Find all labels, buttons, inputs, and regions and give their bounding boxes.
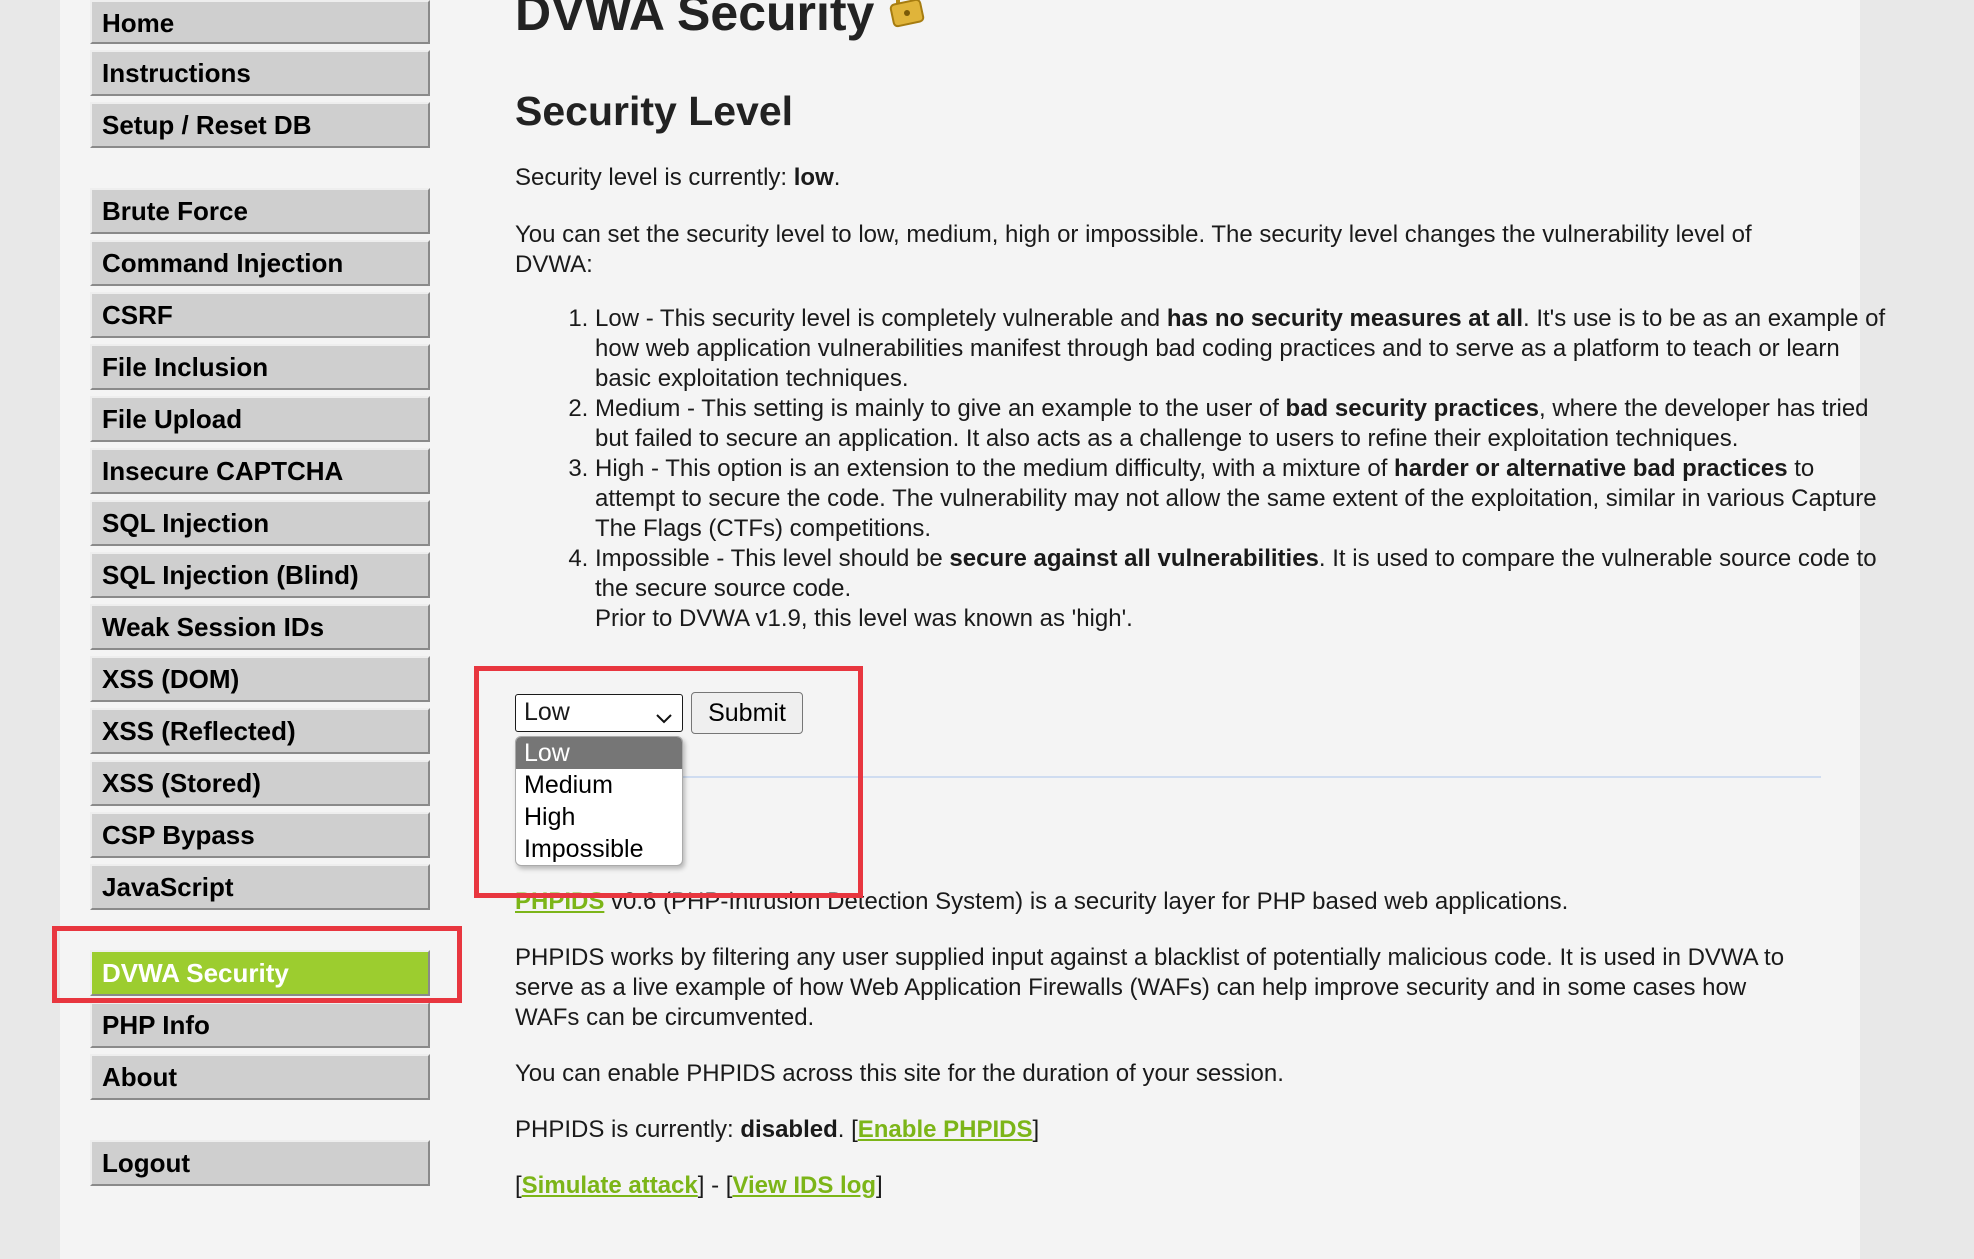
simulate-attack-link[interactable]: Simulate attack xyxy=(522,1172,698,1199)
level-item-low: Low - This security level is completely … xyxy=(595,304,1895,394)
intro-text: You can set the security level to low, m… xyxy=(515,221,1752,278)
chevron-down-icon xyxy=(654,703,674,738)
menu-item-javascript[interactable]: JavaScript xyxy=(90,864,430,910)
actions-end-bracket: ] xyxy=(876,1172,883,1199)
menu-item-csrf[interactable]: CSRF xyxy=(90,292,430,338)
level-medium-bold: bad security practices xyxy=(1285,395,1539,422)
phpids-link[interactable]: PHPIDS xyxy=(515,888,604,915)
section-title: Security Level xyxy=(515,88,794,134)
phpids-status: PHPIDS is currently: disabled. [Enable P… xyxy=(515,1115,1815,1145)
menu-item-logout[interactable]: Logout xyxy=(90,1140,430,1186)
menu-item-brute-force[interactable]: Brute Force xyxy=(90,188,430,234)
menu-item-sql-injection-blind[interactable]: SQL Injection (Blind) xyxy=(90,552,430,598)
select-current-value: Low xyxy=(524,698,570,726)
dropdown-option-low[interactable]: Low xyxy=(516,737,682,769)
page-title: DVWA Security xyxy=(515,0,930,46)
current-level-value: low xyxy=(793,164,834,191)
security-level-dropdown: Low Medium High Impossible xyxy=(515,736,683,866)
level-impossible-bold: secure against all vulnerabilities xyxy=(949,545,1319,572)
menu-item-insecure-captcha[interactable]: Insecure CAPTCHA xyxy=(90,448,430,494)
level-medium-lead: Medium - This setting is mainly to give … xyxy=(595,395,1286,422)
menu-item-xss-stored[interactable]: XSS (Stored) xyxy=(90,760,430,806)
phpids-description-tail: v0.6 (PHP-Intrusion Detection System) is… xyxy=(604,888,1569,915)
menu-group-logout: Logout xyxy=(90,1140,430,1192)
level-low-bold: has no security measures at all xyxy=(1166,305,1523,332)
menu-item-about[interactable]: About xyxy=(90,1054,430,1100)
menu-group-vulnerabilities: Brute Force Command Injection CSRF File … xyxy=(90,188,430,916)
current-level-suffix: . xyxy=(833,164,841,191)
menu-item-xss-dom[interactable]: XSS (DOM) xyxy=(90,656,430,702)
submit-button[interactable]: Submit xyxy=(691,692,803,734)
security-level-select[interactable]: Low xyxy=(515,694,683,732)
menu-item-home[interactable]: Home xyxy=(90,0,430,44)
level-high-lead: High - This option is an extension to th… xyxy=(595,455,1395,482)
phpids-actions: [Simulate attack] - [View IDS log] xyxy=(515,1171,1815,1201)
menu-item-sql-injection[interactable]: SQL Injection xyxy=(90,500,430,546)
level-impossible-note: Prior to DVWA v1.9, this level was known… xyxy=(595,605,1133,632)
phpids-enable-note: You can enable PHPIDS across this site f… xyxy=(515,1060,1284,1087)
phpids-description: PHPIDS v0.6 (PHP-Intrusion Detection Sys… xyxy=(515,887,1815,917)
phpids-status-prefix: PHPIDS is currently: xyxy=(515,1116,741,1143)
menu-item-setup-reset-db[interactable]: Setup / Reset DB xyxy=(90,102,430,148)
menu-item-dvwa-security[interactable]: DVWA Security xyxy=(90,950,430,996)
menu-item-instructions[interactable]: Instructions xyxy=(90,50,430,96)
dropdown-option-medium[interactable]: Medium xyxy=(516,769,682,801)
menu-group-config: DVWA Security PHP Info About xyxy=(90,950,430,1106)
phpids-works-text: PHPIDS works by filtering any user suppl… xyxy=(515,944,1785,1031)
view-ids-log-link[interactable]: View IDS log xyxy=(732,1172,876,1199)
level-impossible-lead: Impossible - This level should be xyxy=(595,545,950,572)
menu-item-xss-reflected[interactable]: XSS (Reflected) xyxy=(90,708,430,754)
menu-item-php-info[interactable]: PHP Info xyxy=(90,1002,430,1048)
security-levels-list: Low - This security level is completely … xyxy=(515,304,1895,634)
phpids-status-suffix: . [ xyxy=(837,1116,858,1143)
phpids-status-close-bracket: ] xyxy=(1032,1116,1040,1143)
level-item-high: High - This option is an extension to th… xyxy=(595,454,1895,544)
menu-item-command-injection[interactable]: Command Injection xyxy=(90,240,430,286)
menu-group-main: Home Instructions Setup / Reset DB xyxy=(90,0,430,154)
current-level-text: Security level is currently: low. xyxy=(515,163,1815,193)
level-low-lead: Low - This security level is completely … xyxy=(595,305,1167,332)
page-title-text: DVWA Security xyxy=(515,0,875,41)
current-level-prefix: Security level is currently: xyxy=(515,164,794,191)
level-item-medium: Medium - This setting is mainly to give … xyxy=(595,394,1895,454)
phpids-status-value: disabled xyxy=(740,1116,838,1143)
actions-open-bracket: [ xyxy=(515,1172,522,1199)
menu-item-file-inclusion[interactable]: File Inclusion xyxy=(90,344,430,390)
level-high-bold: harder or alternative bad practices xyxy=(1394,455,1788,482)
menu-item-csp-bypass[interactable]: CSP Bypass xyxy=(90,812,430,858)
level-item-impossible: Impossible - This level should be secure… xyxy=(595,544,1895,634)
dropdown-option-high[interactable]: High xyxy=(516,801,682,833)
dropdown-option-impossible[interactable]: Impossible xyxy=(516,833,682,865)
lock-icon xyxy=(886,0,930,40)
menu-item-weak-session-ids[interactable]: Weak Session IDs xyxy=(90,604,430,650)
divider xyxy=(515,776,1821,778)
enable-phpids-link[interactable]: Enable PHPIDS xyxy=(858,1116,1033,1143)
actions-separator: ] - [ xyxy=(697,1172,733,1199)
menu-item-file-upload[interactable]: File Upload xyxy=(90,396,430,442)
